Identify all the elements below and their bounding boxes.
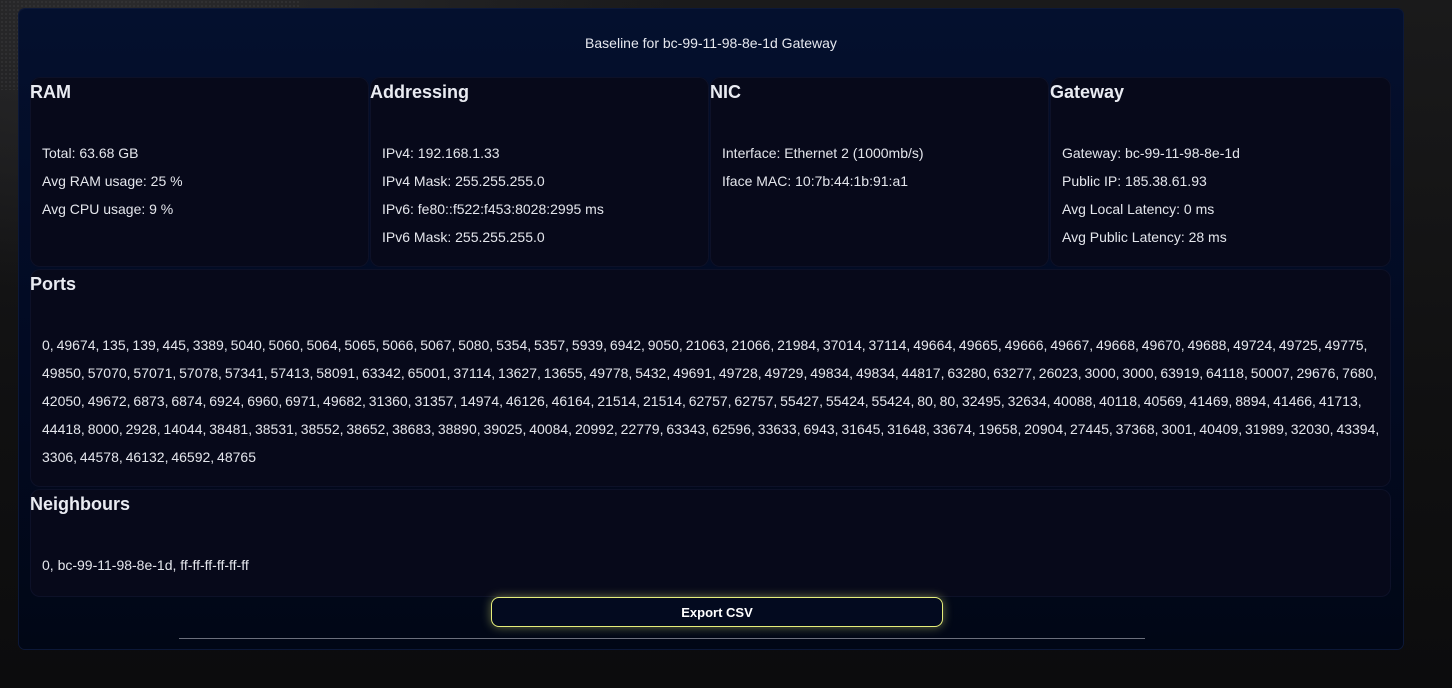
ram-details: Total: 63.68 GB Avg RAM usage: 25 % Avg …: [42, 139, 183, 223]
ipv6-address: IPv6: fe80::f522:f453:8028:2995 ms: [382, 201, 604, 217]
bottom-divider: [179, 638, 1145, 639]
nic-mac: Iface MAC: 10:7b:44:1b:91:a1: [722, 173, 909, 189]
export-csv-button[interactable]: Export CSV: [491, 597, 943, 627]
public-ip: Public IP: 185.38.61.93: [1062, 173, 1207, 189]
gateway-details: Gateway: bc-99-11-98-8e-1d Public IP: 18…: [1062, 139, 1240, 251]
nic-heading: NIC: [710, 82, 741, 102]
ram-heading: RAM: [30, 82, 71, 102]
ports-heading: Ports: [30, 274, 77, 294]
nic-details: Interface: Ethernet 2 (1000mb/s) Iface M…: [722, 139, 924, 195]
gateway-card: Gateway Gateway: bc-99-11-98-8e-1d Publi…: [1050, 77, 1391, 267]
nic-card: NIC Interface: Ethernet 2 (1000mb/s) Ifa…: [710, 77, 1049, 267]
ram-card: RAM Total: 63.68 GB Avg RAM usage: 25 % …: [30, 77, 369, 267]
ram-total: Total: 63.68 GB: [42, 145, 139, 161]
gateway-heading: Gateway: [1050, 82, 1125, 102]
nic-interface: Interface: Ethernet 2 (1000mb/s): [722, 145, 924, 161]
baseline-panel: Baseline for bc-99-11-98-8e-1d Gateway R…: [19, 9, 1403, 649]
addressing-card: Addressing IPv4: 192.168.1.33 IPv4 Mask:…: [370, 77, 709, 267]
neighbours-card: Neighbours 0, bc-99-11-98-8e-1d, ff-ff-f…: [30, 489, 1391, 597]
ipv4-address: IPv4: 192.168.1.33: [382, 145, 500, 161]
addressing-heading: Addressing: [370, 82, 470, 102]
neighbour-entry: 0, bc-99-11-98-8e-1d, ff-ff-ff-ff-ff-ff: [42, 557, 249, 573]
ipv6-mask: IPv6 Mask: 255.255.255.0: [382, 229, 545, 245]
ports-card: Ports 0, 49674, 135, 139, 445, 3389, 504…: [30, 269, 1391, 487]
ports-list: 0, 49674, 135, 139, 445, 3389, 5040, 506…: [42, 337, 1380, 465]
gateway-mac: Gateway: bc-99-11-98-8e-1d: [1062, 145, 1240, 161]
ram-avg-usage: Avg RAM usage: 25 %: [42, 173, 183, 189]
cpu-avg-usage: Avg CPU usage: 9 %: [42, 201, 174, 217]
avg-public-latency: Avg Public Latency: 28 ms: [1062, 229, 1227, 245]
avg-local-latency: Avg Local Latency: 0 ms: [1062, 201, 1215, 217]
addressing-details: IPv4: 192.168.1.33 IPv4 Mask: 255.255.25…: [382, 139, 604, 251]
ipv4-mask: IPv4 Mask: 255.255.255.0: [382, 173, 545, 189]
neighbours-heading: Neighbours: [30, 494, 131, 514]
panel-title: Baseline for bc-99-11-98-8e-1d Gateway: [585, 35, 837, 51]
neighbours-list: 0, bc-99-11-98-8e-1d, ff-ff-ff-ff-ff-ff: [42, 551, 249, 579]
